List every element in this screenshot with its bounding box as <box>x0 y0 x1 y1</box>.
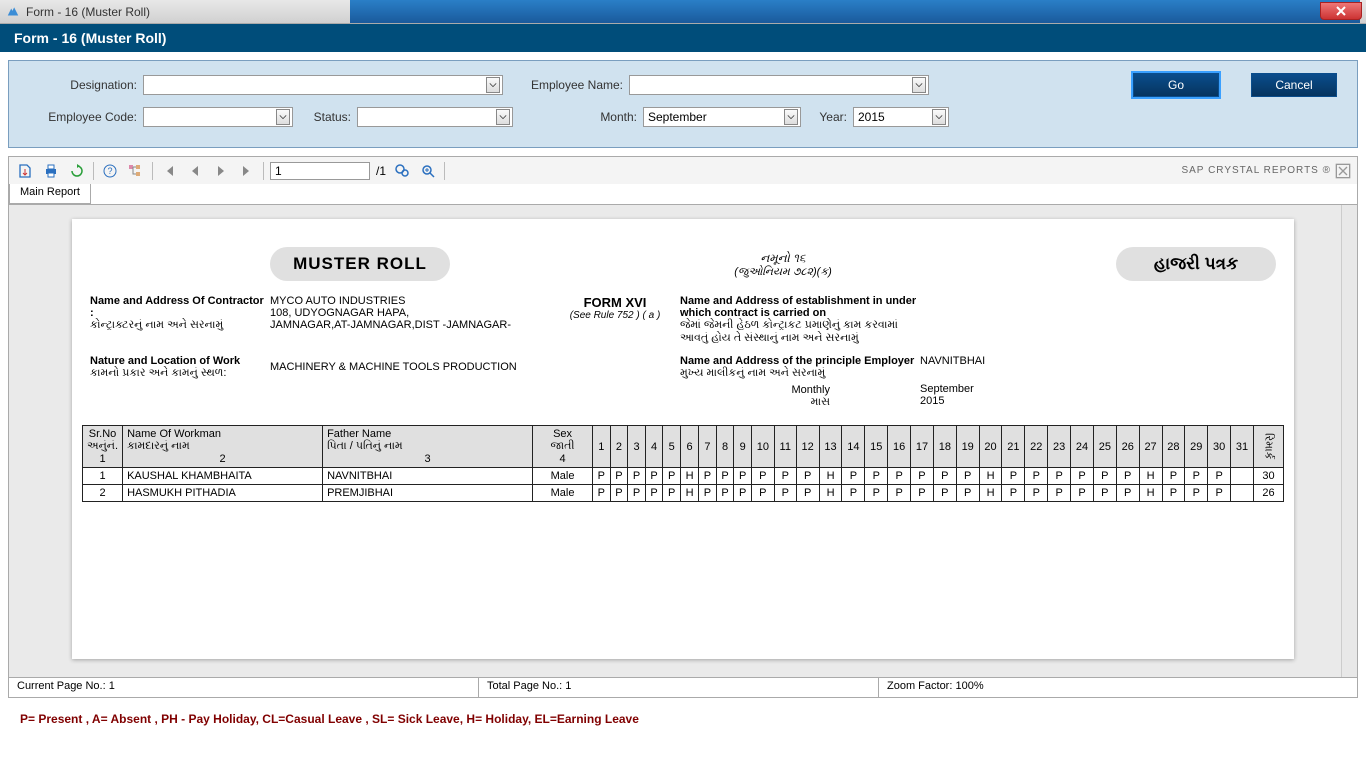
page-total: /1 <box>376 164 386 178</box>
muster-roll-table: Sr.No અનુંનં. 1 Name Of Workman કામદારનુ… <box>82 425 1284 502</box>
chevron-down-icon <box>932 109 946 125</box>
month-label: Month: <box>529 110 637 124</box>
seerule: (See Rule 752 ) ( a ) <box>550 310 680 321</box>
status-bar: Current Page No.: 1 Total Page No.: 1 Zo… <box>8 678 1358 698</box>
help-icon[interactable]: ? <box>100 161 120 181</box>
company-addr1: 108, UDYOGNAGAR HAPA, <box>270 307 550 319</box>
report-viewer: MUSTER ROLL નમૂનો ૧૬ (જુઓનિયમ ૭૮૨)(ક) હા… <box>8 204 1358 678</box>
go-button[interactable]: Go <box>1133 73 1219 97</box>
month-combo[interactable]: September <box>643 107 801 127</box>
filter-panel: Designation: Employee Name: Go Cancel Em… <box>8 60 1358 148</box>
nature-label: Nature and Location of Work <box>90 355 270 367</box>
window-title: Form - 16 (Muster Roll) <box>26 5 150 19</box>
last-page-icon[interactable] <box>237 161 257 181</box>
print-icon[interactable] <box>41 161 61 181</box>
table-row: 2HASMUKH PITHADIAPREMJIBHAIMalePPPPPHPPP… <box>83 485 1284 502</box>
close-button[interactable] <box>1320 2 1362 20</box>
first-page-icon[interactable] <box>159 161 179 181</box>
status-current: Current Page No.: 1 <box>9 678 479 697</box>
export-icon[interactable] <box>15 161 35 181</box>
close-panel-icon[interactable] <box>1333 161 1353 181</box>
prev-page-icon[interactable] <box>185 161 205 181</box>
tree-icon[interactable] <box>126 161 146 181</box>
search-icon[interactable] <box>392 161 412 181</box>
monthly-guj: માસ <box>680 396 830 409</box>
estab-label: Name and Address of establishment in und… <box>680 295 920 319</box>
status-label: Status: <box>305 110 351 124</box>
emp-label: Name and Address of the principle Employ… <box>680 355 920 367</box>
app-icon <box>6 5 20 19</box>
report-title: MUSTER ROLL <box>293 254 427 273</box>
estab-guj2: આવતું હોય તે સંસ્થાનું નામ અને સરનામું <box>680 332 920 345</box>
tab-main-report[interactable]: Main Report <box>9 184 91 204</box>
window-titlebar: Form - 16 (Muster Roll) <box>0 0 1366 24</box>
emp-guj: મુખ્ય માલીકનું નામ અને સરનામું <box>680 367 920 380</box>
employee-name-combo[interactable] <box>629 75 929 95</box>
status-total: Total Page No.: 1 <box>479 678 879 697</box>
emp-value: NAVNITBHAI <box>920 355 1090 367</box>
crystal-reports-label: SAP CRYSTAL REPORTS ® <box>1181 165 1351 176</box>
page-title: Form - 16 (Muster Roll) <box>0 24 1366 52</box>
nature-guj: કામનો પ્રકાર અને કામનું સ્થળ: <box>90 367 270 380</box>
year-label: Year: <box>807 110 847 124</box>
cancel-button[interactable]: Cancel <box>1251 73 1337 97</box>
monthly-value: September <box>920 383 1090 395</box>
status-combo[interactable] <box>357 107 513 127</box>
report-title-guj: હાજરી પત્રક <box>1154 254 1238 273</box>
report-page: MUSTER ROLL નમૂનો ૧૬ (જુઓનિયમ ૭૮૨)(ક) હા… <box>72 219 1294 659</box>
year-combo[interactable]: 2015 <box>853 107 949 127</box>
designation-combo[interactable] <box>143 75 503 95</box>
formxvi: FORM XVI <box>550 295 680 310</box>
chevron-down-icon <box>784 109 798 125</box>
nature-value: MACHINERY & MACHINE TOOLS PRODUCTION <box>270 355 680 409</box>
estab-guj1: જેમાં જેમની હેઠળ કોન્ટ્રાકટ પ્રમાણેનું ક… <box>680 319 920 332</box>
employee-name-label: Employee Name: <box>519 78 623 92</box>
chevron-down-icon <box>486 77 500 93</box>
vertical-scrollbar[interactable] <box>1341 205 1357 677</box>
company-addr2: JAMNAGAR,AT-JAMNAGAR,DIST -JAMNAGAR- <box>270 319 550 331</box>
employee-code-combo[interactable] <box>143 107 293 127</box>
chevron-down-icon <box>912 77 926 93</box>
monthly-year: 2015 <box>920 395 1090 407</box>
table-header-row: Sr.No અનુંનં. 1 Name Of Workman કામદારનુ… <box>83 426 1284 468</box>
titlebar-spacer <box>350 0 1360 23</box>
page-number-input[interactable] <box>270 162 370 180</box>
legend-text: P= Present , A= Absent , PH - Pay Holida… <box>0 698 1366 740</box>
svg-text:?: ? <box>107 166 112 176</box>
report-toolbar: ? /1 SAP CRYSTAL REPORTS ® <box>8 156 1358 184</box>
report-tabs: Main Report <box>8 184 1358 204</box>
refresh-icon[interactable] <box>67 161 87 181</box>
contractor-label: Name and Address Of Contractor : <box>90 295 270 319</box>
employee-code-label: Employee Code: <box>29 110 137 124</box>
status-zoom: Zoom Factor: 100% <box>879 678 1357 697</box>
chevron-down-icon <box>496 109 510 125</box>
contractor-guj: કોન્ટ્રાક્ટરનું નામ અને સરનામું <box>90 319 270 332</box>
table-row: 1KAUSHAL KHAMBHAITANAVNITBHAIMalePPPPPHP… <box>83 468 1284 485</box>
designation-label: Designation: <box>29 78 137 92</box>
next-page-icon[interactable] <box>211 161 231 181</box>
chevron-down-icon <box>276 109 290 125</box>
zoom-icon[interactable] <box>418 161 438 181</box>
company-name: MYCO AUTO INDUSTRIES <box>270 295 550 307</box>
rulebracket-text: (જુઓનિયમ ૭૮૨)(ક) <box>450 266 1116 279</box>
namuno-text: નમૂનો ૧૬ <box>450 251 1116 266</box>
monthly-label: Monthly <box>680 384 830 396</box>
